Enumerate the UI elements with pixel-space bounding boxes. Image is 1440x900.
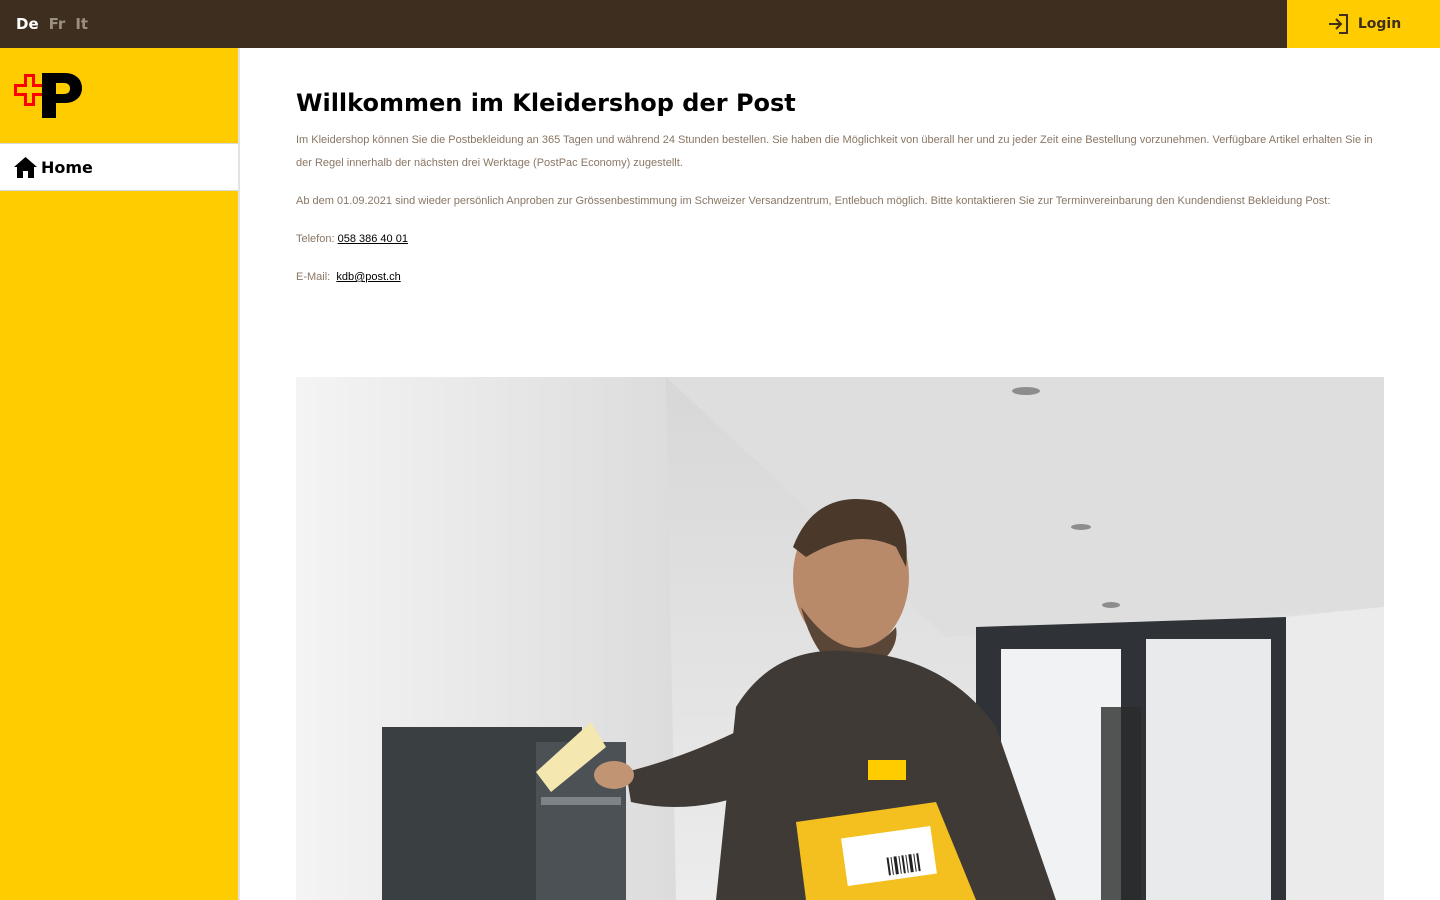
- email-line: E-Mail: kdb@post.ch: [296, 266, 1384, 289]
- top-bar: De Fr It Login: [0, 0, 1440, 48]
- swiss-post-logo[interactable]: [13, 73, 83, 118]
- sidebar-item-label: Home: [41, 157, 93, 177]
- intro-text: Im Kleidershop können Sie die Postbeklei…: [296, 134, 1373, 169]
- fitting-note: Ab dem 01.09.2021 sind wieder persönlich…: [296, 195, 1331, 207]
- hero-illustration: [296, 377, 1384, 900]
- login-button[interactable]: Login: [1287, 0, 1440, 48]
- page-title: Willkommen im Kleidershop der Post: [296, 89, 796, 117]
- phone-label: Telefon:: [296, 233, 335, 245]
- login-label: Login: [1357, 16, 1402, 32]
- lang-fr-link[interactable]: Fr: [49, 15, 66, 33]
- phone-line: Telefon: 058 386 40 01: [296, 228, 1384, 251]
- email-label: E-Mail:: [296, 271, 331, 283]
- sidebar: Home: [0, 48, 240, 900]
- lang-it-link[interactable]: It: [75, 15, 88, 33]
- login-icon: [1328, 14, 1348, 34]
- sidebar-item-home[interactable]: Home: [0, 143, 238, 191]
- phone-link[interactable]: 058 386 40 01: [338, 233, 408, 245]
- main-content: Willkommen im Kleidershop der Post Im Kl…: [296, 48, 1384, 900]
- lang-de-link[interactable]: De: [16, 15, 39, 33]
- email-link[interactable]: kdb@post.ch: [336, 271, 400, 283]
- home-icon: [14, 156, 37, 178]
- language-switcher: De Fr It: [16, 0, 88, 48]
- logo-area: [0, 48, 238, 143]
- hero-image: [296, 377, 1384, 900]
